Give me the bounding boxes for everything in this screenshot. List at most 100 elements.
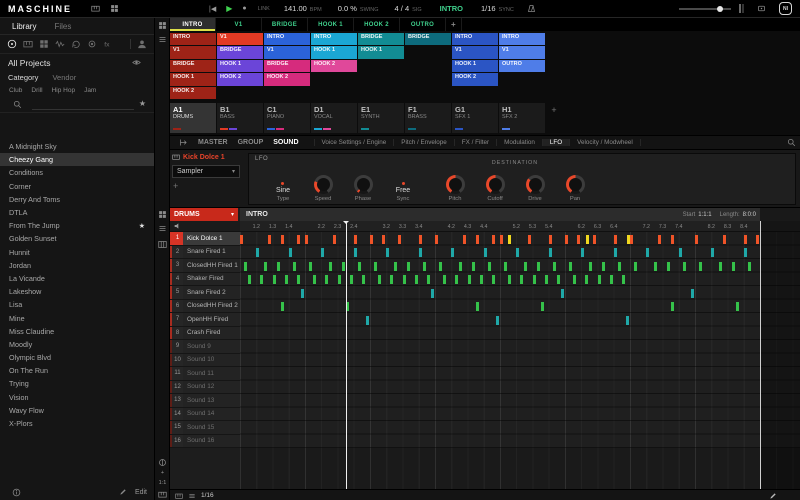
note-event[interactable] (508, 234, 512, 244)
note-event[interactable] (296, 234, 300, 244)
add-module-button[interactable]: + (172, 181, 246, 191)
note-event[interactable] (422, 261, 426, 271)
section-tab-v1[interactable]: V1 (216, 18, 262, 31)
add-section-button[interactable]: + (446, 18, 462, 31)
note-event[interactable] (524, 261, 528, 271)
edit-button[interactable]: Edit (114, 488, 147, 496)
filter-tag-jam[interactable]: Jam (84, 87, 96, 94)
device-selector[interactable]: Sampler ▾ (172, 165, 240, 178)
project-item[interactable]: Jordan (0, 259, 154, 272)
chain-tab-voice-settings-engine[interactable]: Voice Settings / Engine (313, 139, 394, 146)
note-event[interactable] (646, 248, 650, 257)
note-event[interactable] (658, 234, 662, 244)
note-event[interactable] (743, 248, 747, 257)
note-event[interactable] (313, 275, 317, 284)
note-event[interactable] (337, 275, 341, 284)
project-item[interactable]: Miss Claudine (0, 325, 154, 338)
note-event[interactable] (365, 315, 369, 325)
play-button[interactable]: ▶ (226, 4, 232, 13)
note-event[interactable] (500, 234, 503, 244)
param-pan[interactable]: Pan (555, 168, 595, 202)
project-item[interactable]: La Vicande (0, 272, 154, 285)
add-group-button[interactable]: + (546, 103, 562, 133)
sound-row[interactable]: 8 Crash Fired (170, 326, 240, 340)
audition-button[interactable] (174, 222, 182, 230)
note-event[interactable] (504, 261, 508, 271)
draw-mode-button[interactable] (769, 492, 777, 500)
clip-cell[interactable]: BRIDGE (217, 46, 263, 59)
scope-tab-group[interactable]: GROUP (233, 139, 269, 146)
note-event[interactable] (353, 234, 357, 244)
clip-cell[interactable]: HOOK 2 (311, 59, 357, 73)
note-event[interactable] (552, 261, 556, 271)
note-event[interactable] (589, 261, 593, 271)
browser-tab-library[interactable]: Library (4, 20, 44, 33)
param-knob[interactable] (485, 175, 505, 194)
note-event[interactable] (435, 234, 438, 244)
filetype-instruments-button[interactable] (23, 39, 33, 49)
project-item[interactable]: Derry And Toms (0, 193, 154, 206)
project-item[interactable]: Wavy Flow (0, 404, 154, 417)
note-event[interactable] (678, 248, 682, 257)
browser-tab-files[interactable]: Files (46, 20, 79, 33)
chain-tab-fx-filter[interactable]: FX / Filter (453, 139, 496, 146)
note-event[interactable] (601, 261, 605, 271)
note-event[interactable] (418, 248, 422, 257)
note-event[interactable] (491, 275, 495, 284)
zoom-in-button[interactable]: + (155, 470, 170, 476)
param-phase[interactable]: Phase (343, 168, 383, 202)
section-tab-intro[interactable]: INTRO (170, 18, 216, 31)
audio-engine-button[interactable] (757, 4, 766, 13)
sound-row[interactable]: 2 Snare Fired 1 (170, 245, 240, 259)
note-event[interactable] (548, 248, 552, 257)
sound-row[interactable]: 14 Sound 14 (170, 407, 240, 421)
clip-cell[interactable]: HOOK 2 (170, 86, 216, 99)
note-event[interactable] (288, 248, 292, 257)
timeline-ruler[interactable]: 1.2 1.3 1.4 2.2 2.3 2.4 3.2 3.3 3.4 4.2 4.3 4.4 5.2 5… (240, 221, 800, 232)
clip-cell[interactable]: HOOK 1 (311, 46, 357, 59)
note-event[interactable] (305, 234, 308, 244)
metronome-button[interactable] (527, 4, 536, 13)
note-event[interactable] (370, 234, 373, 244)
note-event[interactable] (613, 234, 617, 244)
sound-row[interactable]: 16 Sound 16 (170, 434, 240, 448)
signature-control[interactable]: 4 / 4 SIG (395, 4, 422, 13)
sound-row[interactable]: 15 Sound 15 (170, 421, 240, 435)
project-item[interactable]: Vision (0, 391, 154, 404)
clip-cell[interactable]: HOOK 1 (170, 73, 216, 86)
note-event[interactable] (439, 261, 443, 271)
clip-cell[interactable]: INTRO (170, 33, 216, 46)
favorites-filter-button[interactable]: ★ (139, 99, 146, 109)
note-event[interactable] (695, 234, 698, 244)
playhead[interactable] (342, 221, 349, 489)
sound-row[interactable]: 12 Sound 12 (170, 380, 240, 394)
clip-cell[interactable]: HOOK 2 (452, 73, 498, 86)
note-event[interactable] (280, 234, 284, 244)
sound-row[interactable]: 13 Sound 13 (170, 394, 240, 408)
chain-tab-velocity-modwheel[interactable]: Velocity / Modwheel (569, 139, 641, 146)
note-event[interactable] (540, 302, 544, 311)
note-event[interactable] (240, 234, 243, 244)
note-event[interactable] (268, 234, 272, 244)
group-slot-c1[interactable]: C1 PIANO (264, 103, 310, 133)
note-event[interactable] (467, 275, 471, 284)
note-event[interactable] (597, 275, 601, 284)
filetype-sounds-button[interactable] (55, 39, 65, 49)
note-event[interactable] (666, 261, 670, 271)
param-pitch[interactable]: Pitch (435, 168, 475, 202)
note-event[interactable] (244, 261, 248, 271)
tempo-control[interactable]: 141.00 BPM (284, 4, 322, 13)
project-item[interactable]: A Midnight Sky (0, 140, 154, 153)
note-event[interactable] (626, 234, 630, 244)
scope-tab-sound[interactable]: SOUND (268, 139, 303, 146)
note-event[interactable] (459, 261, 463, 271)
note-event[interactable] (272, 275, 276, 284)
note-event[interactable] (414, 275, 418, 284)
note-event[interactable] (593, 234, 597, 244)
note-event[interactable] (378, 275, 382, 284)
step-control[interactable]: 1/16 SYNC (481, 4, 514, 13)
note-event[interactable] (418, 234, 422, 244)
master-volume-slider[interactable] (679, 5, 731, 12)
note-event[interactable] (621, 275, 625, 284)
filter-tag-hip-hop[interactable]: Hip Hop (52, 87, 75, 94)
